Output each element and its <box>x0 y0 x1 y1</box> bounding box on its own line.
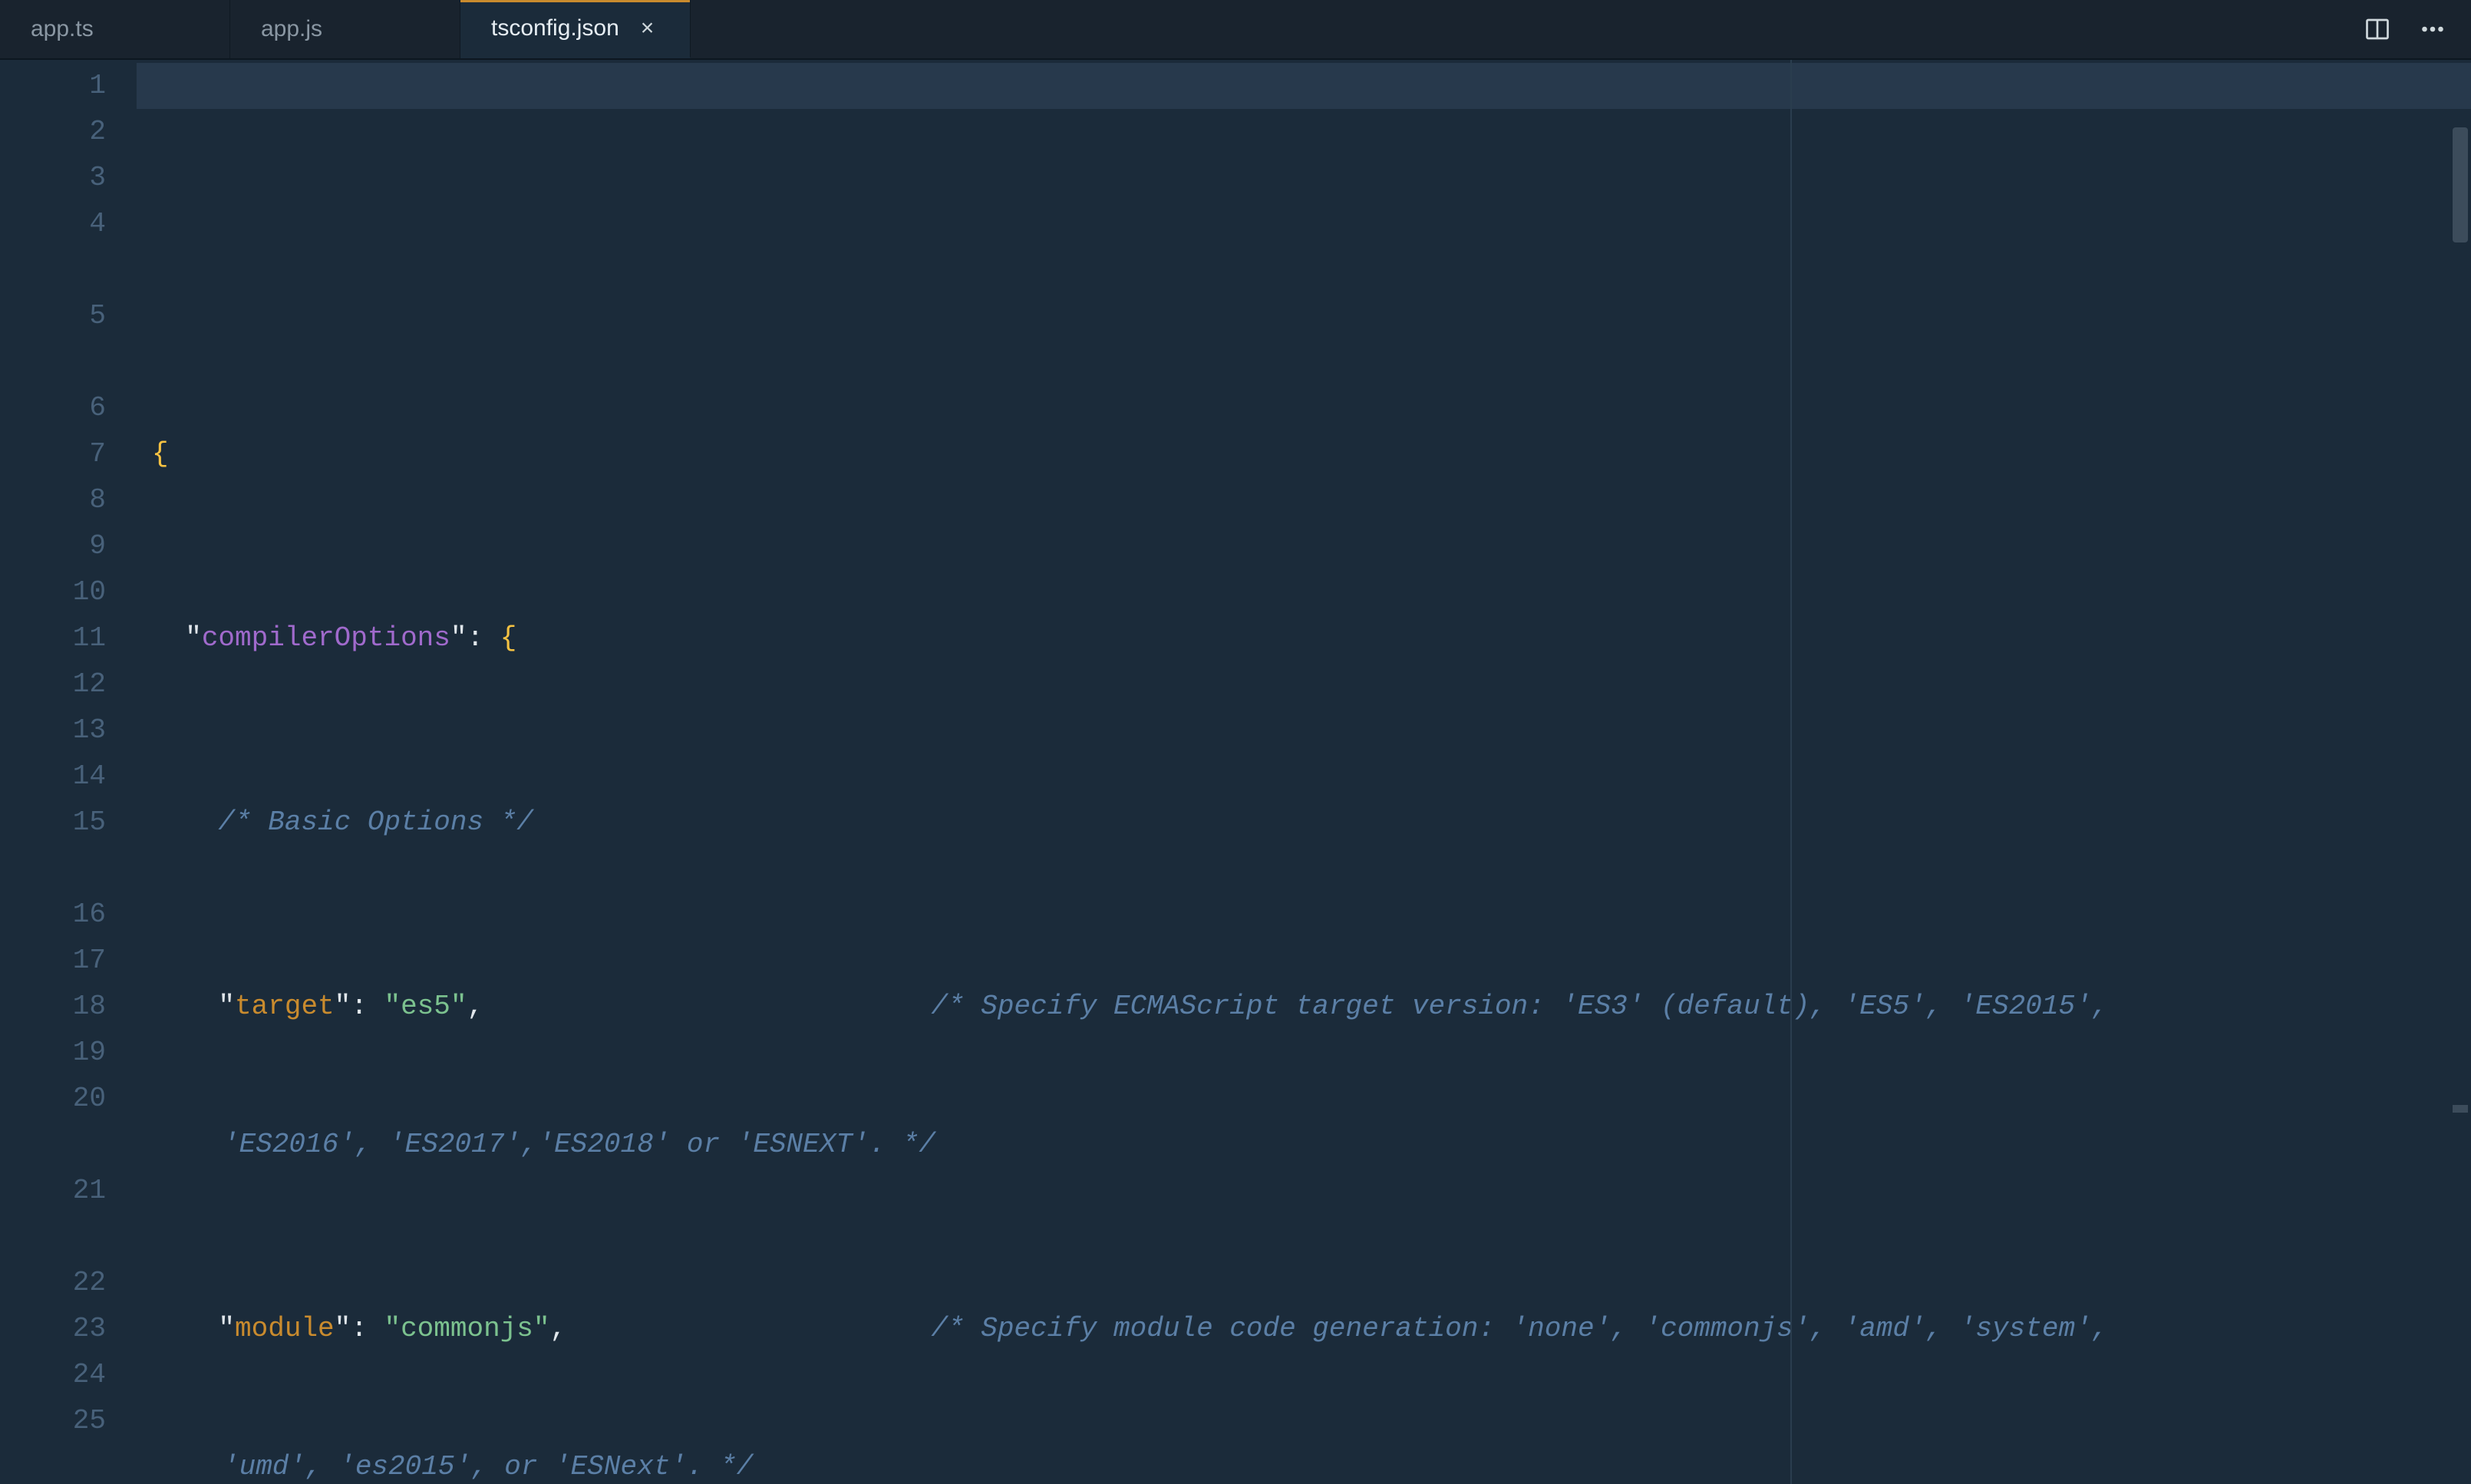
close-icon[interactable]: × <box>641 15 655 41</box>
more-actions-icon[interactable] <box>2419 15 2446 43</box>
line-number: 12 <box>0 661 106 707</box>
code-content: { "compilerOptions": { /* Basic Options … <box>137 293 2425 1484</box>
value-target: "es5" <box>384 991 467 1022</box>
line-number: 20 <box>0 1076 106 1122</box>
line-number: 3 <box>0 155 106 201</box>
split-editor-icon[interactable] <box>2364 15 2391 43</box>
line-number: 6 <box>0 385 106 431</box>
line-number: 1 <box>0 63 106 109</box>
line-number <box>0 1214 106 1260</box>
line-number <box>0 247 106 293</box>
line-number: 24 <box>0 1352 106 1398</box>
scrollbar-mark <box>2453 1105 2468 1113</box>
line-number: 8 <box>0 477 106 523</box>
tab-label: app.js <box>261 16 322 42</box>
line-number: 2 <box>0 109 106 155</box>
line-number: 18 <box>0 984 106 1030</box>
line-number: 19 <box>0 1030 106 1076</box>
tab-bar: app.ts app.js tsconfig.json × <box>0 0 2471 60</box>
line-number: 21 <box>0 1168 106 1214</box>
tab-actions <box>2339 0 2471 58</box>
comment: /* Basic Options */ <box>218 806 533 838</box>
line-number: 10 <box>0 569 106 615</box>
line-number: 11 <box>0 615 106 661</box>
code-area[interactable]: { "compilerOptions": { /* Basic Options … <box>137 60 2471 1484</box>
key-compilerOptions: compilerOptions <box>202 622 450 654</box>
line-number: 22 <box>0 1260 106 1306</box>
tabbar-spacer <box>691 0 2339 58</box>
scroll-thumb[interactable] <box>2453 127 2468 242</box>
line-number: 17 <box>0 938 106 984</box>
line-number: 9 <box>0 523 106 569</box>
key-target: target <box>235 991 335 1022</box>
tab-label: tsconfig.json <box>491 15 619 41</box>
current-line-highlight <box>137 63 2471 109</box>
line-number-gutter: 1234567891011121314151617181920212223242… <box>0 60 137 1484</box>
line-number: 7 <box>0 431 106 477</box>
line-number <box>0 1122 106 1168</box>
line-number: 13 <box>0 707 106 754</box>
line-number: 14 <box>0 754 106 800</box>
comment: /* Specify ECMAScript target version: 'E… <box>931 991 2124 1022</box>
editor[interactable]: 1234567891011121314151617181920212223242… <box>0 60 2471 1484</box>
line-number: 4 <box>0 201 106 247</box>
brace-open: { <box>152 438 169 470</box>
line-number: 15 <box>0 800 106 846</box>
value-module: "commonjs" <box>384 1313 549 1344</box>
line-number: 23 <box>0 1306 106 1352</box>
comment: 'umd', 'es2015', or 'ESNext'. */ <box>223 1451 753 1482</box>
key-module: module <box>235 1313 335 1344</box>
tab-app-ts[interactable]: app.ts <box>0 0 230 58</box>
tab-app-js[interactable]: app.js <box>230 0 460 58</box>
tab-label: app.ts <box>31 16 94 42</box>
comment: /* Specify module code generation: 'none… <box>931 1313 2124 1344</box>
line-number: 25 <box>0 1398 106 1444</box>
line-number: 16 <box>0 892 106 938</box>
line-number: 5 <box>0 293 106 339</box>
tab-tsconfig-json[interactable]: tsconfig.json × <box>460 0 691 58</box>
comment: 'ES2016', 'ES2017','ES2018' or 'ESNEXT'.… <box>223 1129 935 1160</box>
scrollbar-vertical[interactable] <box>2450 123 2471 1484</box>
line-number <box>0 846 106 892</box>
line-number <box>0 339 106 385</box>
